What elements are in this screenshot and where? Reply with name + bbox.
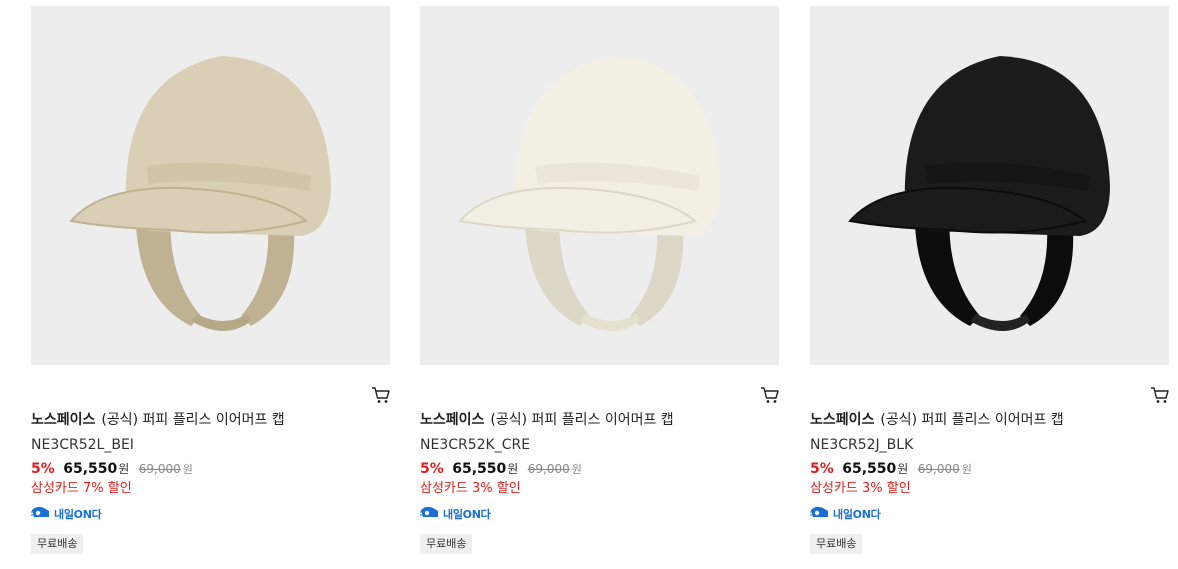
brand-name: 노스페이스 (420, 412, 485, 428)
original-price: 69,000 (138, 462, 181, 476)
currency-unit: 원 (507, 462, 519, 476)
shopping-cart-icon[interactable] (760, 385, 780, 405)
currency-unit: 원 (961, 463, 972, 476)
cap-illustration (68, 55, 331, 331)
shipping-tag: 무료배송 (420, 534, 473, 554)
discount-rate: 5% (31, 461, 55, 477)
delivery-badge: 내일ON다 (420, 506, 780, 522)
product-card[interactable]: 노스페이스 (공식) 퍼피 플리스 이어머프 캡 NE3CR52K_CRE 5% … (420, 6, 780, 554)
sale-price: 65,550 (842, 461, 897, 477)
product-code: NE3CR52J_BLK (810, 437, 914, 453)
product-card[interactable]: 노스페이스 (공식) 퍼피 플리스 이어머프 캡 NE3CR52J_BLK 5% … (810, 6, 1170, 554)
price-row: 5% 65,550원 69,000 원 (810, 460, 1170, 479)
card-discount: 삼성카드 3% 할인 (810, 481, 911, 496)
product-image[interactable] (31, 6, 390, 365)
price-row: 5% 65,550원 69,000 원 (420, 460, 780, 479)
product-grid: 노스페이스 (공식) 퍼피 플리스 이어머프 캡 NE3CR52L_BEI 5% … (0, 0, 1178, 569)
sale-price: 65,550 (452, 461, 507, 477)
product-name: (공식) 퍼피 플리스 이어머프 캡 (101, 412, 285, 428)
delivery-badge: 내일ON다 (810, 506, 1170, 522)
product-code: NE3CR52K_CRE (420, 437, 531, 453)
delivery-badge: 내일ON다 (31, 506, 391, 522)
product-name: (공식) 퍼피 플리스 이어머프 캡 (490, 412, 674, 428)
cap-illustration (847, 55, 1110, 331)
shopping-cart-icon[interactable] (1150, 385, 1170, 405)
price-row: 5% 65,550원 69,000 원 (31, 460, 391, 479)
delivery-truck-icon (420, 505, 440, 524)
currency-unit: 원 (571, 463, 582, 476)
product-title[interactable]: 노스페이스 (공식) 퍼피 플리스 이어머프 캡 (810, 411, 1170, 429)
product-card[interactable]: 노스페이스 (공식) 퍼피 플리스 이어머프 캡 NE3CR52L_BEI 5% … (31, 6, 391, 554)
brand-name: 노스페이스 (31, 412, 96, 428)
brand-name: 노스페이스 (810, 412, 875, 428)
cap-illustration (457, 55, 720, 331)
original-price: 69,000 (527, 462, 570, 476)
currency-unit: 원 (182, 463, 193, 476)
card-discount: 삼성카드 7% 할인 (31, 481, 132, 496)
discount-rate: 5% (420, 461, 444, 477)
product-title[interactable]: 노스페이스 (공식) 퍼피 플리스 이어머프 캡 (420, 411, 780, 429)
discount-rate: 5% (810, 461, 834, 477)
delivery-label: 내일ON다 (54, 508, 102, 521)
shipping-tag: 무료배송 (810, 534, 863, 554)
product-image[interactable] (810, 6, 1169, 365)
card-discount: 삼성카드 3% 할인 (420, 481, 521, 496)
product-title[interactable]: 노스페이스 (공식) 퍼피 플리스 이어머프 캡 (31, 411, 391, 429)
delivery-truck-icon (810, 505, 830, 524)
currency-unit: 원 (118, 462, 130, 476)
product-code: NE3CR52L_BEI (31, 437, 134, 453)
product-name: (공식) 퍼피 플리스 이어머프 캡 (880, 412, 1064, 428)
delivery-label: 내일ON다 (833, 508, 881, 521)
product-image[interactable] (420, 6, 779, 365)
original-price: 69,000 (917, 462, 960, 476)
sale-price: 65,550 (63, 461, 118, 477)
delivery-label: 내일ON다 (443, 508, 491, 521)
shopping-cart-icon[interactable] (371, 385, 391, 405)
delivery-truck-icon (31, 505, 51, 524)
currency-unit: 원 (897, 462, 909, 476)
shipping-tag: 무료배송 (31, 534, 84, 554)
